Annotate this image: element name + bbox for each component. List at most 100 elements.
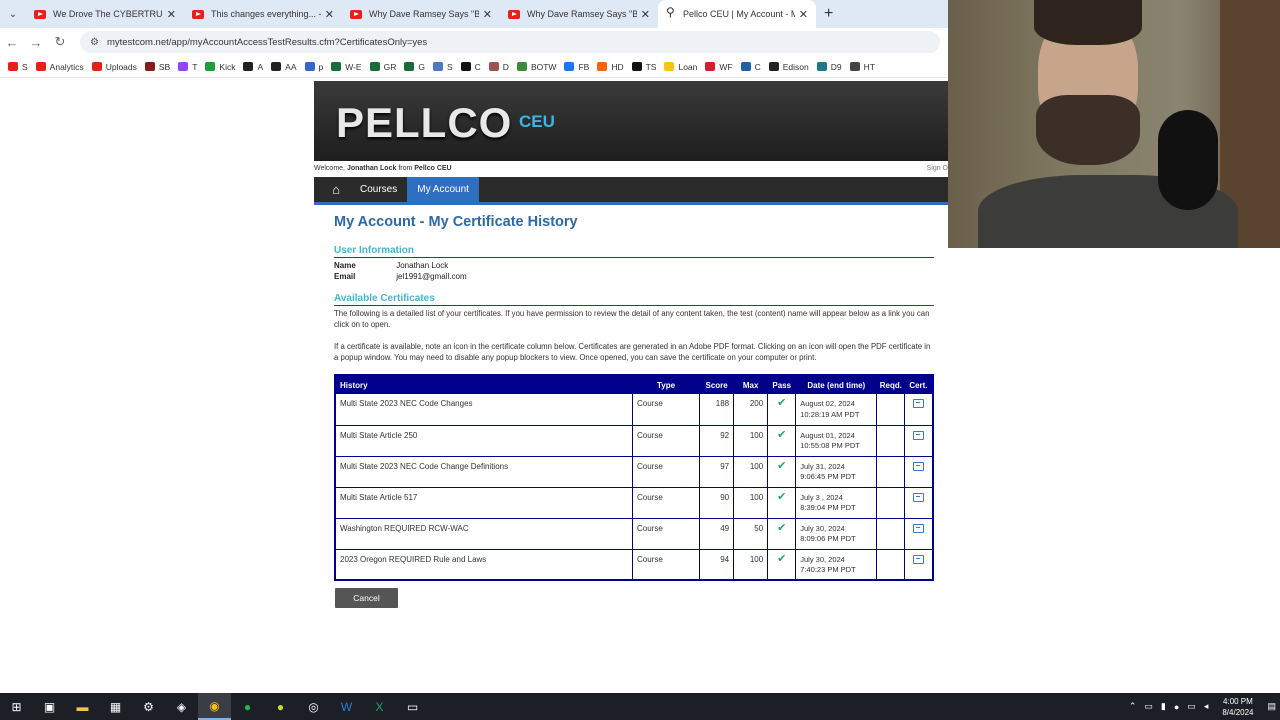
bookmark-item[interactable]: S — [8, 62, 28, 72]
table-row: Washington REQUIRED RCW-WAC Course 49 50 ✔ Ju… — [335, 518, 933, 550]
browser-tab-active[interactable]: Pellco CEU | My Account - My C ✕ — [658, 0, 816, 28]
site-banner: PELLCO CEU — [314, 81, 948, 161]
certificate-icon[interactable] — [913, 492, 925, 502]
reload-icon[interactable]: ↻ — [48, 34, 72, 50]
bookmark-item[interactable]: A — [243, 62, 263, 72]
bookmark-item[interactable]: W-E — [331, 62, 362, 72]
bookmark-item[interactable]: D9 — [816, 62, 842, 72]
settings-icon[interactable]: ⚙ — [132, 700, 165, 714]
excel-icon[interactable]: X — [363, 700, 396, 714]
bookmark-item[interactable]: p — [304, 62, 323, 72]
time-line: 8:09:06 PM PDT — [800, 534, 856, 543]
certificate-icon[interactable] — [913, 399, 925, 408]
terminal-icon[interactable]: ▭ — [396, 700, 429, 714]
bookmark-item[interactable]: Loan — [664, 62, 697, 72]
notification-icon[interactable]: ▤ — [1267, 701, 1276, 712]
bookmark-item[interactable]: WF — [705, 62, 733, 72]
bookmark-item[interactable]: Uploads — [91, 62, 137, 72]
usb-icon[interactable]: ▮ — [1161, 701, 1166, 712]
app-icon[interactable]: ▣ — [33, 700, 66, 714]
windows-taskbar: ⊞ ▣ ▬ ▦ ⚙ ◈ ◉ ● ● ◎ W X ▭ ⌃ ▭ ▮ ● ▭ ◂ 4:… — [0, 693, 1280, 720]
spotify-icon[interactable]: ● — [231, 700, 264, 714]
home-icon[interactable]: ⌂ — [322, 177, 350, 202]
close-tab-icon[interactable]: ✕ — [483, 8, 492, 21]
bookmark-item[interactable]: T — [178, 62, 197, 72]
cancel-button[interactable]: Cancel — [335, 588, 398, 608]
checkmark-icon: ✔ — [777, 521, 787, 534]
close-tab-icon[interactable]: ✕ — [167, 8, 176, 21]
browser-tab-strip: ⌄ We Drove The CYBERTRUCK Fro ✕ This cha… — [0, 0, 948, 28]
bookmark-item[interactable]: S — [432, 61, 453, 72]
pass-cell: ✔ — [767, 425, 797, 457]
sign-out-link[interactable]: Sign O — [927, 165, 948, 172]
close-tab-icon[interactable]: ✕ — [325, 8, 334, 21]
bookmark-item[interactable]: HT — [849, 62, 875, 72]
bookmark-item[interactable]: Analytics — [35, 62, 84, 72]
speaker-icon[interactable]: ◂ — [1204, 701, 1209, 712]
bookmark-item[interactable]: G — [404, 62, 425, 72]
history-cell: Multi State 2023 NEC Code Changes — [335, 394, 633, 426]
file-explorer-icon[interactable]: ▬ — [66, 700, 99, 714]
col-score: Score — [699, 375, 734, 394]
cert-cell — [904, 487, 933, 519]
bookmark-item[interactable]: AA — [271, 61, 297, 72]
col-date: Date (end time) — [795, 375, 877, 394]
word-icon[interactable]: W — [330, 700, 363, 714]
app-icon[interactable]: ● — [264, 700, 297, 714]
browser-tab[interactable]: We Drove The CYBERTRUCK Fro ✕ — [26, 0, 184, 28]
bookmark-favicon-icon — [664, 62, 675, 71]
nav-courses[interactable]: Courses — [350, 177, 407, 202]
new-tab-plus-icon[interactable]: + — [824, 5, 833, 23]
browser-tab[interactable]: Why Dave Ramsey Says "Better ✕ — [500, 0, 658, 28]
bookmark-favicon-icon — [597, 62, 608, 71]
nav-my-account[interactable]: My Account — [407, 177, 479, 202]
site-logo-ceu: CEU — [519, 112, 555, 131]
close-tab-icon[interactable]: ✕ — [641, 8, 650, 21]
bookmark-label: AA — [285, 61, 297, 72]
certificate-icon[interactable] — [913, 554, 925, 564]
calculator-icon[interactable]: ▦ — [99, 700, 132, 714]
site-logo[interactable]: PELLCO — [336, 99, 512, 147]
back-arrow-icon[interactable]: ← — [0, 35, 24, 50]
obs-icon[interactable]: ◎ — [297, 700, 330, 714]
bookmark-label: S — [446, 61, 453, 72]
bookmark-item[interactable]: Kick — [205, 62, 235, 72]
bookmark-item[interactable]: BOTW — [516, 62, 556, 72]
bookmark-item[interactable]: C — [740, 62, 761, 72]
name-label: Name — [334, 261, 356, 270]
webcam-person-beard — [1036, 95, 1140, 165]
url-input[interactable]: ⚙ mytestcom.net/app/myAccountAccessTestR… — [80, 31, 940, 53]
browser-tab[interactable]: Why Dave Ramsey Says "Better ✕ — [342, 0, 500, 28]
bookmark-item[interactable]: FB — [564, 62, 589, 72]
bookmark-item[interactable]: HD — [597, 62, 624, 72]
certificate-icon[interactable] — [913, 523, 925, 533]
certificate-icon[interactable] — [913, 461, 925, 471]
clock[interactable]: 4:00 PM 8/4/2024 — [1222, 696, 1253, 718]
app-tray-icon[interactable]: ▭ — [1144, 701, 1153, 712]
bookmark-item[interactable]: TS — [631, 62, 656, 72]
chevron-up-icon[interactable]: ⌃ — [1129, 701, 1137, 712]
windows-start-icon[interactable]: ⊞ — [0, 700, 33, 714]
bookmark-item[interactable]: SB — [144, 62, 170, 72]
browser-tab[interactable]: This changes everything... - You ✕ — [184, 0, 342, 28]
network-icon[interactable]: ▭ — [1187, 701, 1196, 712]
tab-search-dropdown-icon[interactable]: ⌄ — [0, 9, 26, 20]
email-value: jel1991@gmail.com — [396, 272, 467, 281]
site-settings-icon[interactable]: ⚙ — [90, 37, 99, 48]
bookmark-item[interactable]: Edison — [768, 62, 809, 72]
bookmark-item[interactable]: C — [460, 62, 481, 72]
bookmark-favicon-icon — [271, 62, 282, 71]
bookmark-item[interactable]: GR — [369, 62, 396, 72]
microphone-icon[interactable]: ● — [1174, 702, 1179, 712]
reqd-cell — [876, 394, 906, 426]
chrome-icon[interactable]: ◉ — [198, 693, 231, 720]
date-cell: August 01, 2024 10:55:08 PM PDT — [795, 425, 878, 457]
certificate-icon[interactable] — [913, 430, 925, 440]
cert-cell — [904, 549, 933, 581]
bookmark-favicon-icon — [705, 62, 716, 71]
close-tab-icon[interactable]: ✕ — [799, 8, 808, 21]
forward-arrow-icon[interactable]: → — [24, 35, 48, 50]
app-icon[interactable]: ◈ — [165, 700, 198, 714]
bookmark-item[interactable]: D — [488, 62, 509, 72]
pass-cell: ✔ — [767, 518, 797, 550]
